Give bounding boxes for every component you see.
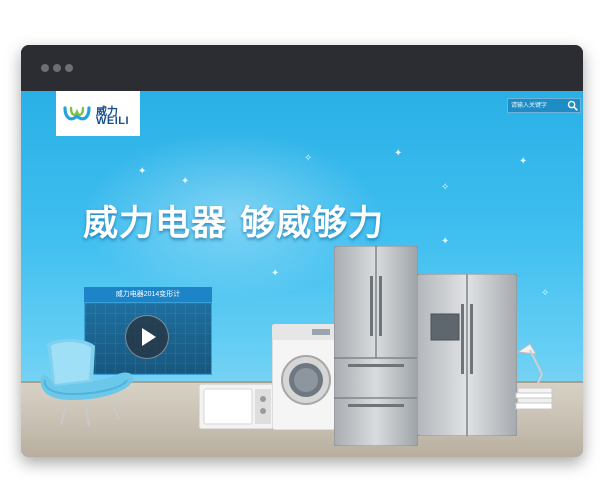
french-door-refrigerator-image [334, 246, 418, 446]
sparkle-decoration: ✧ [304, 153, 313, 164]
search-icon[interactable] [567, 100, 578, 111]
microwave-image [199, 384, 275, 429]
sparkle-decoration: ✧ [541, 288, 550, 299]
sparkle-decoration: ✦ [138, 166, 147, 177]
browser-title-bar [21, 45, 583, 91]
video-title: 威力电器2014变形计 [84, 287, 212, 302]
side-by-side-refrigerator-image [417, 274, 517, 436]
sparkle-decoration: ✧ [441, 182, 450, 193]
sparkle-decoration: ✦ [394, 148, 403, 159]
sparkle-decoration: ✦ [271, 268, 280, 279]
washing-machine-image [272, 324, 338, 430]
search-input[interactable] [511, 99, 565, 112]
sparkle-decoration: ✦ [441, 236, 450, 247]
search-box[interactable] [507, 98, 581, 113]
hero-headline: 威力电器 够威够力 [83, 204, 385, 244]
logo-mark-icon [63, 106, 91, 121]
site-logo[interactable]: 威力 WEILI [56, 91, 140, 136]
desk-lamp-and-books-image [515, 343, 553, 410]
logo-english-text: WEILI [96, 115, 130, 127]
window-dot-3[interactable] [65, 64, 73, 72]
window-dot-1[interactable] [41, 64, 49, 72]
armchair-image [40, 338, 134, 427]
webpage-viewport: ✦ ✦ ✧ ✦ ✧ ✦ ✧ ✦ ✧ ✦ 威力 WEILI [21, 91, 583, 457]
sparkle-decoration: ✦ [519, 156, 528, 167]
window-dot-2[interactable] [53, 64, 61, 72]
browser-window: ✦ ✦ ✧ ✦ ✧ ✦ ✧ ✦ ✧ ✦ 威力 WEILI [21, 45, 583, 457]
sparkle-decoration: ✦ [181, 176, 190, 187]
